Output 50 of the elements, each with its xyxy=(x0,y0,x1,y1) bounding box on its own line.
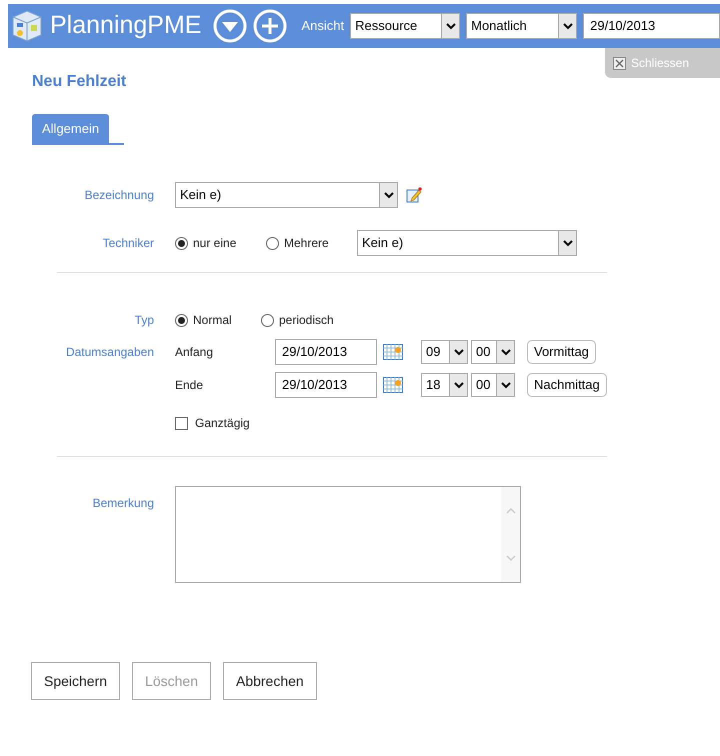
chevron-down-icon xyxy=(384,192,394,198)
chevron-down-icon xyxy=(562,22,573,30)
close-icon xyxy=(613,56,626,70)
dropdown-circle-icon[interactable] xyxy=(213,9,248,43)
edit-icon[interactable] xyxy=(406,187,422,203)
action-button[interactable]: Abbrechen xyxy=(222,662,317,700)
hour-select[interactable]: 09 xyxy=(421,340,468,364)
view-select[interactable]: Ressource xyxy=(350,13,460,39)
app-name: PlanningPME xyxy=(50,10,202,42)
minute-select[interactable]: 00 xyxy=(471,340,515,364)
radio-label: periodisch xyxy=(279,312,334,329)
checkbox[interactable] xyxy=(175,416,188,430)
date-row-label: Anfang xyxy=(175,344,214,361)
radio-label: nur eine xyxy=(193,235,236,252)
half-day-button[interactable]: Nachmittag xyxy=(527,373,607,397)
date-field[interactable]: 29/10/2013 xyxy=(275,339,377,365)
radio-button[interactable] xyxy=(175,236,188,250)
radio-button[interactable] xyxy=(266,236,279,250)
cube-logo-icon xyxy=(10,9,44,43)
field-label: Techniker xyxy=(102,235,154,252)
chevron-down-icon xyxy=(500,348,510,356)
technician-select[interactable]: Kein e) xyxy=(357,230,577,256)
radio-label: Mehrere xyxy=(284,235,329,252)
chevron-down-icon xyxy=(446,22,456,30)
field-label: Bezeichnung xyxy=(84,187,154,204)
radio-button[interactable] xyxy=(175,314,188,326)
radio-label: Normal xyxy=(193,312,232,329)
chevron-down-icon xyxy=(454,382,464,388)
form-title: Neu Fehlzeit xyxy=(32,72,128,92)
chevron-down-icon xyxy=(562,240,572,246)
field-label: Datumsangaben xyxy=(64,344,154,361)
calendar-icon[interactable] xyxy=(383,344,403,360)
field-label: Typ xyxy=(134,312,154,329)
period-select[interactable]: Monatlich xyxy=(466,13,578,39)
date-field[interactable]: 29/10/2013 xyxy=(275,372,377,398)
minute-select[interactable]: 00 xyxy=(471,373,515,397)
view-label: Ansicht xyxy=(301,17,344,36)
hour-select[interactable]: 18 xyxy=(421,373,468,397)
radio-button[interactable] xyxy=(261,314,274,326)
action-button[interactable]: Speichern xyxy=(31,662,120,700)
half-day-button[interactable]: Vormittag xyxy=(527,340,596,364)
designation-select[interactable]: Kein e) xyxy=(175,182,398,208)
date-field[interactable]: 29/10/2013 xyxy=(583,13,720,39)
chevron-down-icon xyxy=(500,382,510,388)
date-row-label: Ende xyxy=(175,377,204,394)
calendar-icon[interactable] xyxy=(383,377,403,393)
chevron-down-icon xyxy=(454,348,464,356)
add-icon[interactable] xyxy=(253,9,288,43)
field-label: Bemerkung xyxy=(92,495,154,512)
checkbox-label: Ganztägig xyxy=(195,415,250,432)
